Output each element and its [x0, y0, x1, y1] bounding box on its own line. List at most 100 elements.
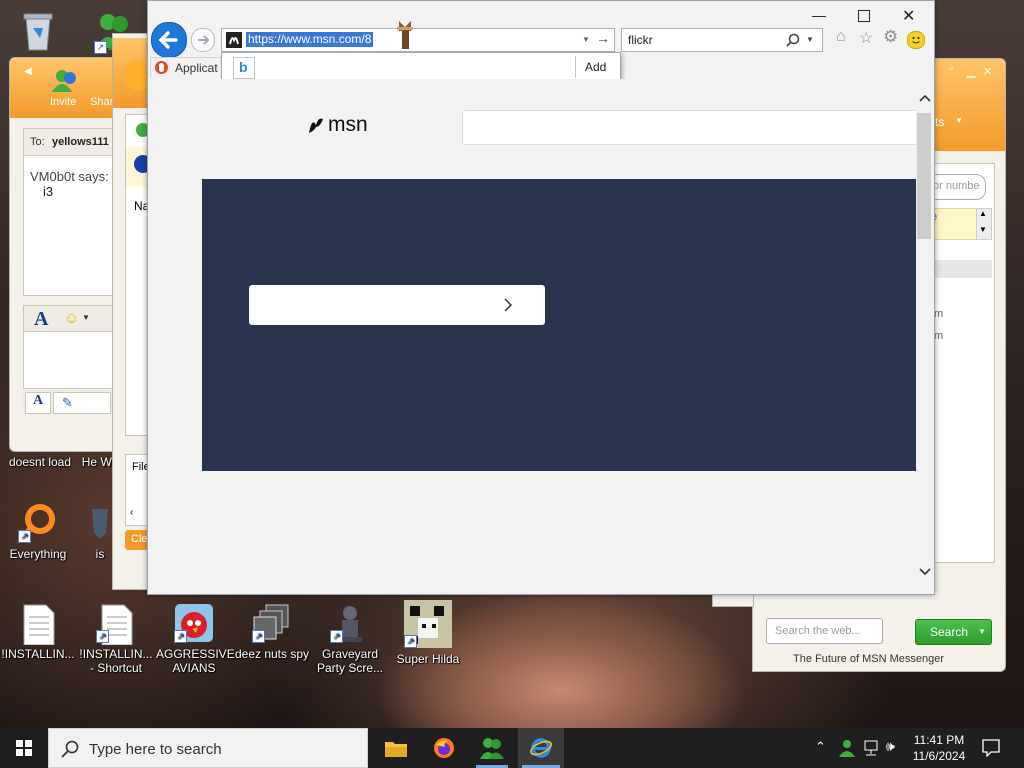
tab-applications[interactable]: Applicat — [150, 57, 226, 78]
share-button[interactable]: Shar — [90, 96, 113, 108]
desktop-icon-super-hilda[interactable]: ↗ Super Hilda — [390, 600, 466, 666]
messenger-tray-icon[interactable] — [838, 739, 856, 757]
minimize-icon[interactable]: ▁ — [967, 65, 975, 78]
taskbar-search-placeholder: Type here to search — [89, 741, 222, 758]
notifications-icon[interactable] — [982, 739, 1000, 757]
internet-explorer-window: — ✕ https://www.msn.com/8 ▼ → flickr ▼ ⌂… — [147, 0, 935, 595]
home-icon[interactable]: ⌂ — [836, 28, 846, 46]
internet-explorer-taskbar-button[interactable] — [518, 728, 564, 768]
close-icon[interactable]: ✕ — [983, 65, 992, 78]
network-icon[interactable] — [862, 740, 880, 756]
messenger-icon — [480, 738, 504, 759]
chevron-down-icon[interactable] — [919, 567, 931, 577]
favorites-star-icon[interactable]: ☆ — [859, 28, 873, 48]
minimize-icon[interactable]: — — [812, 7, 826, 23]
msn-logo-text: msn — [328, 113, 368, 136]
maximize-icon[interactable] — [858, 10, 870, 22]
web-search-button[interactable]: Search ▼ — [915, 619, 992, 645]
sender-line: VM0b0t says: — [30, 169, 109, 184]
firefox-taskbar-button[interactable] — [422, 728, 466, 768]
chevron-down-icon[interactable]: ▼ — [979, 225, 987, 234]
close-icon[interactable]: ✕ — [902, 6, 915, 26]
search-icon[interactable] — [786, 33, 800, 47]
desktop-icon-graveyard-party[interactable]: ↗ Graveyard Party Scre... — [312, 603, 388, 675]
desktop-icon-deez-nuts-spy[interactable]: ↗ deez nuts spy — [234, 603, 310, 661]
smiley-feedback-icon[interactable] — [907, 31, 925, 49]
back-button[interactable] — [151, 22, 187, 58]
group-header[interactable] — [934, 260, 992, 278]
desktop-icon-label: !INSTALLIN... - Shortcut — [79, 647, 153, 675]
desktop-icon-label: doesnt load — [8, 455, 72, 469]
scrollbar-thumb[interactable] — [917, 113, 931, 239]
msn-logo[interactable]: msn — [306, 109, 376, 141]
back-icon[interactable]: ◀ — [24, 66, 34, 77]
contact-search-placeholder: or numbe — [933, 180, 980, 192]
contact-name: yellows111 — [52, 136, 109, 148]
user-picture — [125, 60, 149, 90]
divider — [575, 56, 576, 78]
desktop-icon-doesnt-load[interactable]: doesnt load — [2, 455, 78, 469]
opera-icon — [155, 61, 168, 74]
web-search-input[interactable]: Search the web... — [766, 618, 883, 644]
pixel-art-icon: ↗ — [404, 600, 452, 648]
desktop-icon-installing[interactable]: !INSTALLIN... — [0, 603, 76, 661]
font-tab-icon[interactable]: A — [25, 392, 51, 414]
shield-icon — [88, 503, 112, 543]
notice-scrollbar[interactable]: ▲ ▼ — [976, 208, 992, 240]
contact-item[interactable]: m — [934, 330, 943, 342]
stacked-windows-icon: ↗ — [252, 603, 292, 643]
recycle-bin-icon[interactable] — [18, 8, 58, 52]
msn-butterfly-icon — [309, 118, 323, 133]
desktop-icon-label: Graveyard Party Scre... — [316, 647, 384, 675]
chevron-up-icon[interactable]: ▲ — [979, 209, 987, 218]
clock[interactable]: 11:41 PM 11/6/2024 — [904, 732, 974, 766]
msn-search-input[interactable] — [462, 110, 918, 145]
address-url[interactable]: https://www.msn.com/8 — [246, 32, 374, 47]
message-text: i3 — [43, 184, 54, 199]
web-page-content: msn — [148, 79, 918, 593]
figure-icon: ↗ — [330, 603, 370, 643]
add-button[interactable]: Add — [585, 60, 606, 74]
chevron-up-icon[interactable] — [919, 93, 931, 103]
bing-icon[interactable]: b — [233, 57, 255, 79]
restore-icon[interactable]: ▫ — [949, 63, 953, 75]
messenger-taskbar-button[interactable] — [470, 728, 514, 768]
folder-icon — [385, 742, 407, 757]
tab-label: Applicat — [175, 61, 218, 75]
font-icon[interactable]: A — [34, 308, 48, 331]
desktop-icon-label: deez nuts spy — [234, 647, 310, 661]
chevron-down-icon[interactable]: ▼ — [82, 313, 90, 322]
volume-icon[interactable]: 🕪 — [886, 738, 895, 755]
desktop-icon-label: is — [95, 547, 105, 561]
chevron-down-icon[interactable]: ▼ — [978, 627, 986, 636]
page-scrollbar[interactable] — [916, 89, 933, 584]
gear-icon[interactable]: ⚙ — [883, 27, 898, 47]
hero-banner — [202, 179, 916, 471]
address-bar[interactable]: https://www.msn.com/8 ▼ → — [221, 28, 615, 52]
desktop-icon-aggressive-avians[interactable]: ↗ AGGRESSIVE AVIANS — [156, 603, 235, 675]
handwriting-tab[interactable]: ✎ — [53, 392, 111, 414]
header-text: ts — [935, 115, 945, 129]
banner-action-button[interactable] — [249, 285, 545, 325]
scroll-left-icon[interactable]: ‹ — [130, 507, 133, 518]
invite-icon[interactable] — [52, 68, 78, 95]
search-text[interactable]: flickr — [628, 33, 653, 47]
chevron-down-icon[interactable]: ▼ — [806, 35, 814, 44]
forward-button[interactable] — [191, 28, 215, 52]
chevron-down-icon[interactable]: ▼ — [955, 116, 963, 125]
invite-button[interactable]: Invite — [50, 96, 76, 108]
search-box[interactable]: flickr ▼ — [621, 28, 823, 52]
taskbar-search-box[interactable]: Type here to search — [48, 728, 368, 768]
file-explorer-taskbar-button[interactable] — [374, 728, 418, 768]
emoticon-icon[interactable]: ☺ — [64, 310, 79, 327]
text-file-icon: ↗ — [96, 603, 136, 646]
chevron-up-icon[interactable]: ⌃ — [815, 739, 826, 755]
firefox-icon — [434, 738, 454, 758]
go-arrow-icon[interactable]: → — [596, 30, 610, 46]
address-dropdown-icon[interactable]: ▼ — [582, 35, 590, 44]
contact-item[interactable]: m — [934, 308, 943, 320]
desktop-icon-installing-shortcut[interactable]: ↗ !INSTALLIN... - Shortcut — [78, 603, 154, 675]
clock-time: 11:41 PM — [913, 733, 965, 747]
desktop-icon-everything[interactable]: ↗ Everything — [0, 503, 76, 561]
start-button[interactable] — [0, 728, 48, 768]
